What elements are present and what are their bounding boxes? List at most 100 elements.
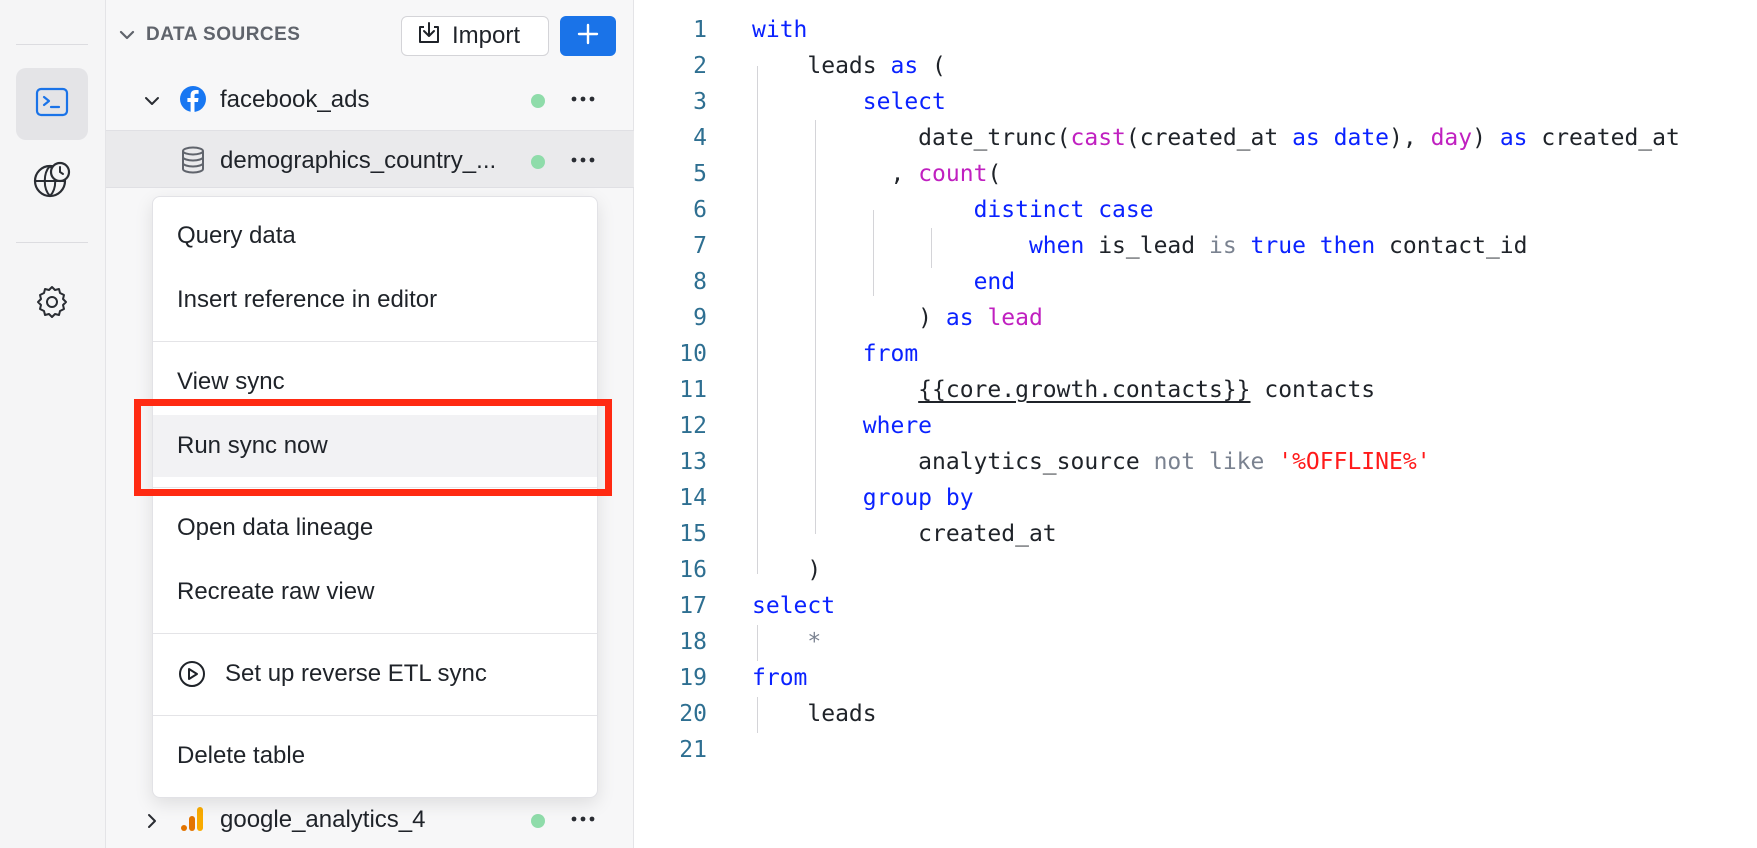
line-number: 21 bbox=[679, 737, 707, 763]
google-analytics-icon bbox=[178, 804, 208, 834]
menu-item-label: View sync bbox=[177, 368, 285, 395]
menu-item-label: Recreate raw view bbox=[177, 578, 375, 605]
code-token: not like bbox=[1153, 449, 1265, 475]
line-number: 6 bbox=[693, 197, 707, 223]
code-line: where bbox=[752, 408, 1752, 444]
line-number: 18 bbox=[679, 629, 707, 655]
menu-divider bbox=[153, 633, 597, 634]
code-line: ) as lead bbox=[752, 300, 1752, 336]
menu-item-reverse-etl[interactable]: Set up reverse ETL sync bbox=[153, 643, 597, 705]
code-editor[interactable]: 1 2 3 4 5 6 7 8 9 10 11 12 13 14 15 16 17 18 19 20 21 with l… bbox=[635, 0, 1757, 848]
menu-item-label: Set up reverse ETL sync bbox=[225, 660, 487, 687]
code-line: ) bbox=[752, 552, 1752, 588]
code-token: is_lead bbox=[1084, 233, 1209, 259]
code-token: '%OFFLINE%' bbox=[1278, 449, 1431, 475]
tree-row-facebook-ads[interactable]: facebook_ads bbox=[106, 70, 634, 128]
code-token: as bbox=[945, 305, 974, 331]
menu-item-open-data-lineage[interactable]: Open data lineage bbox=[153, 497, 597, 559]
tree-row-label: demographics_country_... bbox=[220, 147, 497, 174]
code-token: , bbox=[890, 161, 919, 187]
line-number: 15 bbox=[679, 521, 707, 547]
code-token: as bbox=[890, 53, 919, 79]
line-number: 13 bbox=[679, 449, 707, 475]
database-icon bbox=[178, 145, 208, 175]
code-token: where bbox=[862, 413, 933, 439]
add-data-source-button[interactable] bbox=[560, 16, 616, 56]
code-token: contact_id bbox=[1375, 233, 1528, 259]
facebook-icon bbox=[178, 84, 208, 114]
chevron-down-icon[interactable] bbox=[116, 24, 138, 51]
code-line: leads as ( bbox=[752, 48, 1752, 84]
code-token: lead bbox=[987, 305, 1043, 331]
code-token: distinct bbox=[973, 197, 1085, 223]
code-token: ), bbox=[1389, 125, 1431, 151]
settings-nav-button[interactable] bbox=[16, 268, 88, 340]
status-dot bbox=[531, 155, 545, 169]
import-button[interactable]: Import bbox=[401, 16, 549, 56]
line-number: 2 bbox=[693, 53, 707, 79]
tree-row-label: google_analytics_4 bbox=[220, 806, 426, 833]
code-token: ) bbox=[918, 305, 946, 331]
menu-item-recreate-raw-view[interactable]: Recreate raw view bbox=[153, 561, 597, 623]
rail-divider bbox=[16, 242, 88, 243]
import-label: Import bbox=[452, 22, 521, 49]
more-options-icon[interactable] bbox=[568, 145, 598, 175]
menu-item-insert-reference[interactable]: Insert reference in editor bbox=[153, 269, 597, 331]
tree-row-demographics[interactable]: demographics_country_... bbox=[106, 130, 634, 188]
code-token: as bbox=[1292, 125, 1320, 151]
menu-item-label: Open data lineage bbox=[177, 514, 374, 541]
code-token: * bbox=[807, 629, 822, 655]
code-token: when bbox=[1028, 233, 1085, 259]
code-line: created_at bbox=[752, 516, 1752, 552]
code-line: end bbox=[752, 264, 1752, 300]
code-token: from bbox=[752, 665, 808, 691]
code-line: date_trunc(cast(created_at as date), day… bbox=[752, 120, 1752, 156]
line-number: 19 bbox=[679, 665, 707, 691]
menu-divider bbox=[153, 341, 597, 342]
line-number: 20 bbox=[679, 701, 707, 727]
globe-nav-button[interactable] bbox=[16, 146, 88, 218]
menu-item-label: Query data bbox=[177, 222, 296, 249]
data-sources-header: DATA SOURCES Import bbox=[106, 0, 634, 72]
code-line: distinct case bbox=[752, 192, 1752, 228]
chevron-right-icon[interactable] bbox=[142, 811, 162, 836]
more-options-icon[interactable] bbox=[568, 804, 598, 834]
code-token: ) bbox=[1472, 125, 1500, 151]
section-title: DATA SOURCES bbox=[146, 24, 301, 45]
menu-item-query-data[interactable]: Query data bbox=[153, 205, 597, 267]
tree-row-google-analytics[interactable]: google_analytics_4 bbox=[106, 790, 634, 848]
more-options-icon[interactable] bbox=[568, 84, 598, 114]
code-token: select bbox=[862, 89, 946, 115]
code-line: analytics_source not like '%OFFLINE%' bbox=[752, 444, 1752, 480]
line-number: 17 bbox=[679, 593, 707, 619]
line-number: 16 bbox=[679, 557, 707, 583]
line-number: 10 bbox=[679, 341, 707, 367]
code-token: then bbox=[1319, 233, 1376, 259]
code-line: {{core.growth.contacts}} contacts bbox=[752, 372, 1752, 408]
menu-item-label: Delete table bbox=[177, 742, 306, 769]
globe-clock-icon bbox=[32, 160, 72, 205]
code-token: case bbox=[1098, 197, 1154, 223]
code-token: created_at bbox=[918, 521, 1057, 547]
left-rail bbox=[0, 0, 106, 848]
import-icon bbox=[416, 20, 442, 53]
editor-nav-button[interactable] bbox=[16, 68, 88, 140]
code-line: from bbox=[752, 336, 1752, 372]
code-content: with leads as ( select date_trunc(cast(c… bbox=[752, 12, 1752, 768]
menu-item-delete-table[interactable]: Delete table bbox=[153, 725, 597, 787]
gear-icon bbox=[34, 284, 70, 325]
chevron-down-icon[interactable] bbox=[142, 91, 162, 116]
code-token: with bbox=[752, 17, 808, 43]
code-line: select bbox=[752, 84, 1752, 120]
code-token: leads bbox=[807, 53, 891, 79]
line-number: 9 bbox=[693, 305, 707, 331]
line-number: 11 bbox=[679, 377, 707, 403]
code-line: , count( bbox=[752, 156, 1752, 192]
context-menu: Query data Insert reference in editor Vi… bbox=[152, 196, 598, 798]
code-token: ) bbox=[807, 557, 822, 583]
model-reference-link[interactable]: {{core.growth.contacts}} bbox=[918, 377, 1250, 403]
rail-divider bbox=[16, 44, 88, 45]
line-number: 7 bbox=[693, 233, 707, 259]
line-number: 1 bbox=[693, 17, 707, 43]
code-token: count bbox=[918, 161, 988, 187]
